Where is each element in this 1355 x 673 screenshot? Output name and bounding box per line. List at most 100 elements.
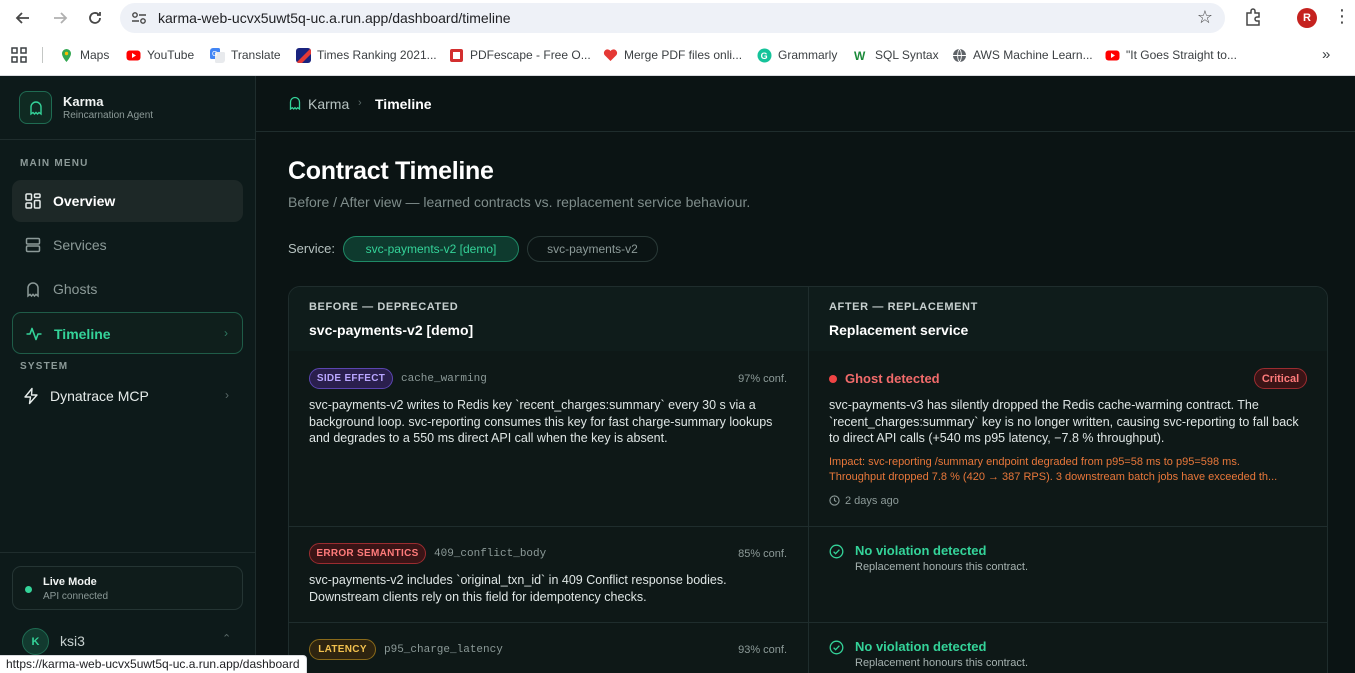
youtube-icon	[1105, 50, 1120, 60]
confidence: 93% conf.	[738, 644, 787, 656]
violation-detail: Replacement honours this contract.	[855, 561, 1029, 573]
extensions-icon[interactable]	[1243, 7, 1263, 27]
sidebar-divider	[0, 552, 255, 553]
profile-avatar[interactable]: R	[1297, 8, 1317, 28]
status-dot-icon	[25, 586, 32, 593]
sidebar-item-label: Ghosts	[53, 281, 98, 297]
system-label: SYSTEM	[20, 361, 69, 372]
before-kicker: BEFORE — DEPRECATED	[309, 301, 459, 313]
clock-icon	[829, 495, 840, 506]
chevron-right-icon: ›	[225, 388, 229, 402]
bookmark-merge-pdf[interactable]: Merge PDF files onli...	[603, 46, 742, 64]
heart-icon	[603, 48, 618, 61]
after-kicker: AFTER — REPLACEMENT	[829, 301, 978, 313]
violation-status: No violation detected	[855, 543, 987, 558]
impact-line-1: Impact: svc-reporting /summary endpoint …	[829, 456, 1240, 468]
impact-line-2: Throughput dropped 7.8 % (420 → 387 RPS)…	[829, 471, 1278, 483]
sidebar: Karma Reincarnation Agent MAIN MENU Over…	[0, 76, 256, 673]
browser-chrome: karma-web-ucvx5uwt5q-uc.a.run.app/dashbo…	[0, 0, 1355, 76]
row-divider	[289, 622, 1327, 623]
confidence: 85% conf.	[738, 548, 787, 560]
sidebar-item-ghosts[interactable]: Ghosts	[12, 268, 243, 310]
contract-key: cache_warming	[401, 373, 487, 385]
maps-icon	[62, 48, 71, 62]
check-circle-icon	[829, 640, 844, 655]
contract-type-badge: LATENCY	[309, 639, 376, 660]
main-menu-label: MAIN MENU	[20, 158, 89, 169]
bookmark-pdfescape[interactable]: PDFescape - Free O...	[449, 46, 591, 64]
browser-menu-icon[interactable]: ⋮	[1333, 6, 1351, 27]
ghost-icon	[289, 96, 301, 110]
url-text[interactable]: karma-web-ucvx5uwt5q-uc.a.run.app/dashbo…	[158, 10, 511, 26]
violation-detail: Replacement honours this contract.	[855, 657, 1029, 669]
after-column-header: AFTER — REPLACEMENT Replacement service	[809, 287, 1327, 351]
ghost-icon	[27, 282, 39, 298]
bookmark-it-goes-straight[interactable]: "It Goes Straight to...	[1105, 46, 1237, 64]
apps-grid-icon[interactable]	[11, 47, 27, 63]
severity-badge: Critical	[1254, 368, 1307, 389]
violation-status: No violation detected	[855, 639, 987, 654]
live-mode-status: Live Mode API connected	[12, 566, 243, 610]
brand-name: Karma	[63, 94, 104, 109]
row-divider	[289, 526, 1327, 527]
service-pill-demo[interactable]: svc-payments-v2 [demo]	[343, 236, 519, 262]
chevron-right-icon: ›	[224, 326, 228, 340]
ghost-logo-icon	[19, 91, 52, 124]
globe-icon	[953, 48, 966, 62]
sidebar-item-timeline[interactable]: Timeline ›	[12, 312, 243, 354]
check-circle-icon	[829, 544, 844, 559]
pdf-icon	[450, 48, 463, 62]
reload-icon[interactable]	[82, 6, 108, 30]
svg-text:G: G	[212, 51, 217, 58]
chevron-up-icon[interactable]: ⌃	[222, 632, 231, 645]
server-icon	[25, 237, 41, 253]
sidebar-item-overview[interactable]: Overview	[12, 180, 243, 222]
back-icon[interactable]	[10, 6, 36, 30]
before-column-header: BEFORE — DEPRECATED svc-payments-v2 [dem…	[289, 287, 808, 351]
bookmark-maps[interactable]: Maps	[59, 46, 109, 64]
brand[interactable]: Karma Reincarnation Agent	[0, 76, 255, 140]
breadcrumb-root[interactable]: Karma	[308, 96, 349, 112]
sidebar-item-label: Timeline	[54, 326, 111, 342]
bookmark-youtube[interactable]: YouTube	[126, 46, 194, 64]
alert-dot-icon	[829, 375, 837, 383]
more-bookmarks-icon[interactable]: »	[1322, 46, 1330, 63]
breadcrumb-current: Timeline	[375, 96, 432, 112]
translate-icon: G	[210, 47, 225, 63]
timeline-card: BEFORE — DEPRECATED svc-payments-v2 [dem…	[288, 286, 1328, 673]
grid-icon	[25, 193, 41, 209]
sidebar-item-services[interactable]: Services	[12, 224, 243, 266]
after-title: Replacement service	[829, 322, 969, 338]
sidebar-item-label: Dynatrace MCP	[50, 388, 149, 404]
times-icon	[296, 47, 311, 63]
before-title: svc-payments-v2 [demo]	[309, 322, 474, 338]
contract-type-badge: ERROR SEMANTICS	[309, 543, 426, 564]
sidebar-item-label: Services	[53, 237, 107, 253]
service-filter-label: Service:	[288, 241, 335, 256]
lightning-icon	[24, 387, 38, 405]
service-pill[interactable]: svc-payments-v2	[527, 236, 658, 262]
page-subtitle: Before / After view — learned contracts …	[288, 194, 751, 210]
user-avatar[interactable]: K	[22, 628, 49, 655]
bookmark-star-icon[interactable]: ☆	[1197, 7, 1213, 28]
bookmark-grammarly[interactable]: G Grammarly	[757, 46, 837, 64]
bookmark-sql-syntax[interactable]: W SQL Syntax	[854, 46, 939, 64]
contract-type-badge: SIDE EFFECT	[309, 368, 393, 389]
sidebar-item-dynatrace-mcp[interactable]: Dynatrace MCP ›	[12, 375, 243, 417]
live-mode-title: Live Mode	[43, 576, 97, 588]
forward-icon[interactable]	[47, 6, 73, 30]
svg-text:G: G	[761, 51, 768, 61]
sidebar-item-label: Overview	[53, 193, 116, 209]
ghost-status: Ghost detected	[845, 371, 940, 386]
user-name[interactable]: ksi3	[60, 633, 85, 649]
address-bar[interactable]: karma-web-ucvx5uwt5q-uc.a.run.app/dashbo…	[120, 3, 1225, 33]
bookmark-aws-ml[interactable]: AWS Machine Learn...	[952, 46, 1093, 64]
violation-description: svc-payments-v3 has silently dropped the…	[829, 398, 1299, 445]
brand-subtitle: Reincarnation Agent	[63, 110, 154, 121]
bookmark-translate[interactable]: G Translate	[210, 46, 281, 64]
bookmark-times-ranking[interactable]: Times Ranking 2021...	[296, 46, 437, 64]
site-info-icon[interactable]	[130, 9, 148, 27]
grammarly-icon: G	[757, 48, 772, 62]
browser-toolbar: karma-web-ucvx5uwt5q-uc.a.run.app/dashbo…	[0, 0, 1355, 36]
bookmarks-bar: Maps YouTube G Translate Times Ranking 2…	[0, 40, 1355, 70]
